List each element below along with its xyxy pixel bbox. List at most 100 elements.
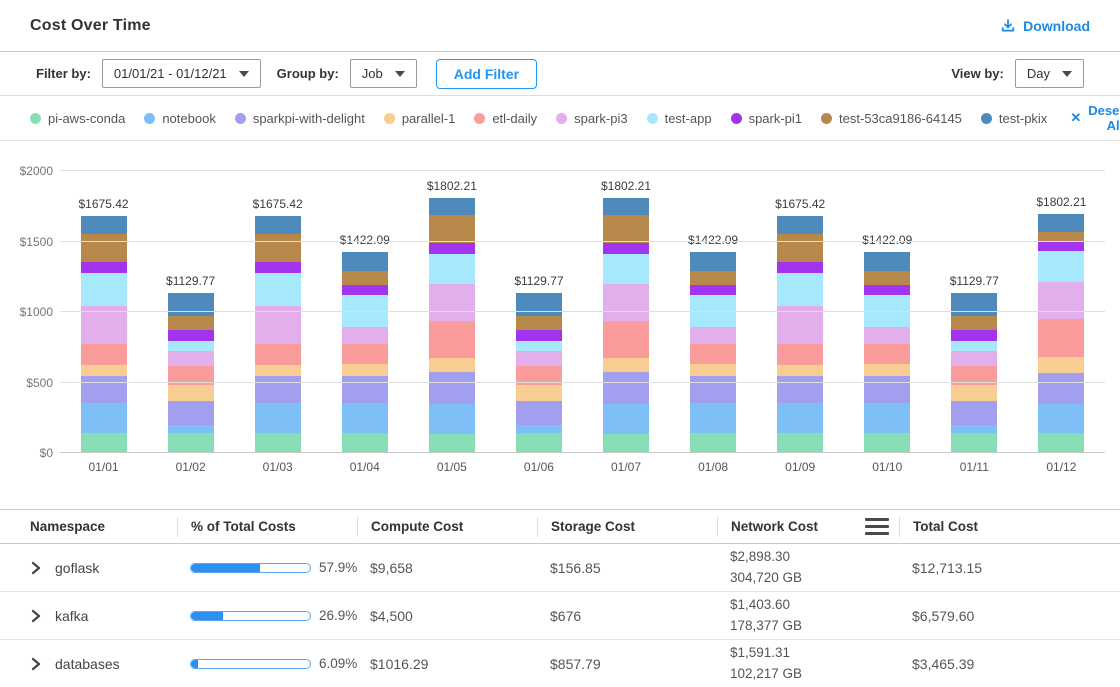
bar-segment-notebook xyxy=(516,425,562,434)
chart-plot-area: $1675.42$1129.77$1675.42$1422.09$1802.21… xyxy=(60,170,1105,452)
namespace-cell[interactable]: kafka xyxy=(0,608,177,624)
column-header-total-cost: Total Cost xyxy=(899,517,1120,537)
bar-segment-spark-pi3 xyxy=(342,327,388,345)
group-by-select[interactable]: Job xyxy=(350,59,417,88)
bar-total-label: $1129.77 xyxy=(166,274,215,288)
legend-item-sparkpi-with-delight[interactable]: sparkpi-with-delight xyxy=(235,111,365,126)
y-tick-label: $1000 xyxy=(5,305,53,319)
bar-segment-test-53ca9186-64145 xyxy=(777,234,823,263)
column-header-label: Storage Cost xyxy=(551,517,635,537)
filter-bar: Filter by: 01/01/21 - 01/12/21 Group by:… xyxy=(0,52,1120,96)
legend-item-spark-pi3[interactable]: spark-pi3 xyxy=(556,111,627,126)
bar-segment-test-pkix xyxy=(777,216,823,234)
bar-total-label: $1675.42 xyxy=(253,197,303,211)
bar-segment-sparkpi-with-delight xyxy=(429,372,475,404)
table-body: goflask57.9%$9,658$156.85$2,898.30304,72… xyxy=(0,544,1120,687)
bar-segment-notebook xyxy=(81,403,127,433)
bar-segment-spark-pi1 xyxy=(777,262,823,273)
bar-segment-sparkpi-with-delight xyxy=(1038,373,1084,404)
chevron-right-icon[interactable] xyxy=(30,609,42,623)
bar-segment-pi-aws-conda xyxy=(864,433,910,452)
view-by-select[interactable]: Day xyxy=(1015,59,1084,88)
legend-item-pi-aws-conda[interactable]: pi-aws-conda xyxy=(30,111,125,126)
page-title: Cost Over Time xyxy=(30,17,151,35)
deselect-all-button[interactable]: ✕ Deselect All xyxy=(1070,103,1120,133)
gridline xyxy=(60,311,1105,312)
percent-progress-bar xyxy=(190,563,311,573)
column-header-label: Network Cost xyxy=(731,517,818,537)
bar-segment-spark-pi1 xyxy=(864,285,910,295)
bar-segment-parallel-1 xyxy=(255,365,301,376)
chevron-right-icon[interactable] xyxy=(30,561,42,575)
network-cost-cell: $1,403.60178,377 GB xyxy=(717,595,899,636)
bar-segment-test-app xyxy=(255,273,301,305)
gridline xyxy=(60,170,1105,171)
bar-segment-test-53ca9186-64145 xyxy=(864,271,910,285)
date-range-select[interactable]: 01/01/21 - 01/12/21 xyxy=(102,59,261,88)
bar-segment-parallel-1 xyxy=(516,385,562,401)
bar-segment-test-pkix xyxy=(951,293,997,316)
network-usage-value: 102,217 GB xyxy=(730,664,899,684)
bar-segment-test-app xyxy=(429,254,475,284)
legend-item-parallel-1[interactable]: parallel-1 xyxy=(384,111,455,126)
bar-total-label: $1129.77 xyxy=(514,274,563,288)
namespace-cell[interactable]: goflask xyxy=(0,560,177,576)
bar-segment-pi-aws-conda xyxy=(81,433,127,452)
bar-segment-sparkpi-with-delight xyxy=(342,376,388,403)
bar-segment-pi-aws-conda xyxy=(342,433,388,452)
bar-segment-spark-pi1 xyxy=(951,330,997,341)
bar-segment-parallel-1 xyxy=(603,358,649,372)
namespace-label: goflask xyxy=(55,560,99,576)
cost-over-time-chart: $1675.42$1129.77$1675.42$1422.09$1802.21… xyxy=(0,141,1120,482)
download-button[interactable]: Download xyxy=(1000,18,1090,34)
bar-segment-pi-aws-conda xyxy=(168,433,214,452)
bar-segment-test-app xyxy=(603,254,649,284)
table-header-row: Namespace % of Total Costs Compute Cost Sto… xyxy=(0,510,1120,544)
percent-progress-fill xyxy=(191,612,223,620)
bar-segment-sparkpi-with-delight xyxy=(777,376,823,403)
legend-swatch xyxy=(556,113,567,124)
namespace-cell[interactable]: databases xyxy=(0,656,177,672)
bar-segment-notebook xyxy=(1038,404,1084,433)
total-cost-cell: $12,713.15 xyxy=(899,560,1120,576)
x-tick-label: 01/11 xyxy=(931,460,1018,474)
bar-segment-sparkpi-with-delight xyxy=(81,376,127,403)
legend-item-notebook[interactable]: notebook xyxy=(144,111,216,126)
table-row-kafka[interactable]: kafka26.9%$4,500$676$1,403.60178,377 GB$… xyxy=(0,592,1120,640)
percent-cell: 57.9% xyxy=(177,560,357,575)
storage-cost-cell: $857.79 xyxy=(537,656,717,672)
gridline xyxy=(60,382,1105,383)
gridline xyxy=(60,241,1105,242)
bar-segment-sparkpi-with-delight xyxy=(168,401,214,425)
bar-segment-pi-aws-conda xyxy=(777,433,823,452)
bar-segment-spark-pi1 xyxy=(690,285,736,295)
bar-segment-notebook xyxy=(777,403,823,433)
column-header-namespace: Namespace xyxy=(0,517,177,537)
column-header-label: % of Total Costs xyxy=(191,517,296,537)
x-tick-label: 01/09 xyxy=(757,460,844,474)
menu-icon[interactable] xyxy=(865,518,889,535)
filter-by-label: Filter by: xyxy=(36,66,91,81)
add-filter-button[interactable]: Add Filter xyxy=(436,59,537,89)
percent-progress-bar xyxy=(190,659,311,669)
legend-item-test-53ca9186-64145[interactable]: test-53ca9186-64145 xyxy=(821,111,962,126)
legend-swatch xyxy=(144,113,155,124)
bar-segment-etl-daily xyxy=(81,344,127,365)
legend-item-test-app[interactable]: test-app xyxy=(647,111,712,126)
bar-total-label: $1675.42 xyxy=(79,197,129,211)
bar-segment-etl-daily xyxy=(603,321,649,358)
bar-segment-test-pkix xyxy=(1038,214,1084,233)
bar-segment-parallel-1 xyxy=(864,364,910,376)
legend-item-spark-pi1[interactable]: spark-pi1 xyxy=(731,111,802,126)
column-header-compute-cost: Compute Cost xyxy=(357,517,537,537)
column-header-label: Compute Cost xyxy=(371,517,463,537)
bar-segment-test-pkix xyxy=(168,293,214,316)
table-row-goflask[interactable]: goflask57.9%$9,658$156.85$2,898.30304,72… xyxy=(0,544,1120,592)
bar-segment-test-53ca9186-64145 xyxy=(951,316,997,330)
y-tick-label: $2000 xyxy=(5,164,53,178)
y-tick-label: $500 xyxy=(5,376,53,390)
table-row-databases[interactable]: databases6.09%$1016.29$857.79$1,591.3110… xyxy=(0,640,1120,687)
legend-item-test-pkix[interactable]: test-pkix xyxy=(981,111,1047,126)
chevron-right-icon[interactable] xyxy=(30,657,42,671)
legend-item-etl-daily[interactable]: etl-daily xyxy=(474,111,537,126)
